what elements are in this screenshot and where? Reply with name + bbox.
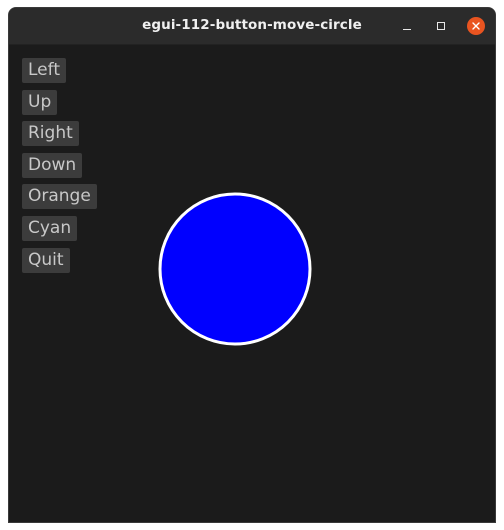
- window-title: egui-112-button-move-circle: [142, 17, 362, 33]
- minimize-button[interactable]: [397, 16, 417, 36]
- circle-shape: [158, 192, 312, 346]
- title-bar[interactable]: egui-112-button-move-circle: [9, 8, 495, 45]
- cyan-button[interactable]: Cyan: [22, 215, 78, 241]
- quit-button[interactable]: Quit: [22, 247, 70, 273]
- orange-button[interactable]: Orange: [22, 184, 97, 210]
- maximize-icon: [437, 22, 445, 30]
- app-content: Left Up Right Down Orange Cyan Quit: [9, 45, 495, 522]
- down-button[interactable]: Down: [22, 152, 83, 178]
- app-window: egui-112-button-move-circle Left Up Righ…: [9, 8, 495, 522]
- minimize-icon: [403, 29, 411, 30]
- close-icon: [472, 22, 480, 30]
- left-button[interactable]: Left: [22, 58, 66, 83]
- close-button[interactable]: [467, 17, 485, 35]
- up-button[interactable]: Up: [22, 89, 58, 115]
- button-column: Left Up Right Down Orange Cyan Quit: [22, 58, 97, 279]
- maximize-button[interactable]: [431, 16, 451, 36]
- right-button[interactable]: Right: [22, 121, 79, 147]
